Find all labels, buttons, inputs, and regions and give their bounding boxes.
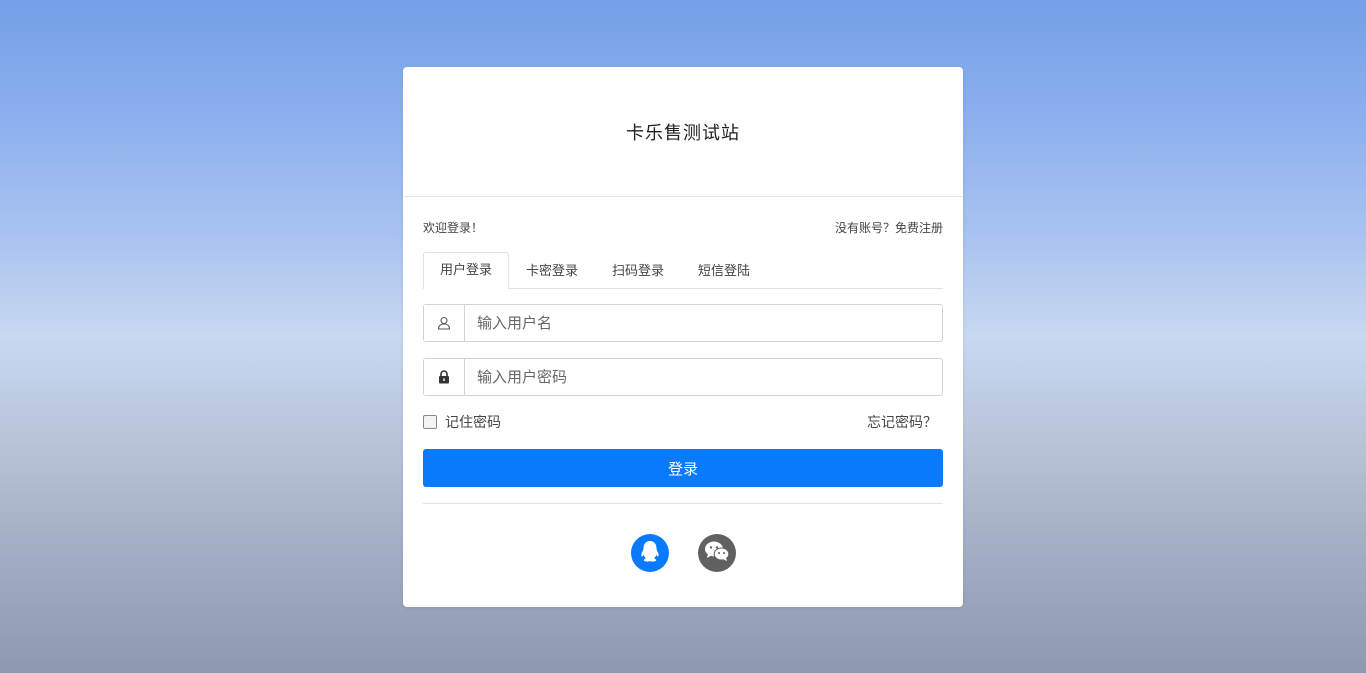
card-body: 欢迎登录！ 没有账号？免费注册 用户登录 卡密登录 扫码登录 短信登陆 输入用户… <box>403 218 963 572</box>
welcome-row: 欢迎登录！ 没有账号？免费注册 <box>423 218 943 236</box>
card-header: 卡乐售测试站 <box>403 67 963 197</box>
wechat-login-button[interactable] <box>697 534 736 572</box>
divider <box>423 503 943 504</box>
password-input[interactable] <box>465 359 942 395</box>
forgot-password-link[interactable]: 忘记密码？ <box>867 412 937 432</box>
login-button[interactable]: 登录 <box>423 449 943 487</box>
login-card: 卡乐售测试站 欢迎登录！ 没有账号？免费注册 用户登录 卡密登录 扫码登录 短信… <box>403 67 963 607</box>
wechat-icon <box>704 540 730 566</box>
qq-icon <box>640 540 660 566</box>
remember-checkbox[interactable] <box>423 415 437 429</box>
social-login-row <box>423 534 943 572</box>
tab-sms-login[interactable]: 短信登陆 <box>681 253 767 289</box>
options-row: 记住密码 忘记密码？ <box>423 413 943 431</box>
user-icon <box>424 305 465 341</box>
tab-qrcode-login[interactable]: 扫码登录 <box>595 253 681 289</box>
qq-login-button[interactable] <box>630 534 669 572</box>
username-input[interactable] <box>465 305 942 341</box>
site-title: 卡乐售测试站 <box>626 122 740 144</box>
username-group <box>423 304 943 342</box>
welcome-text: 欢迎登录！ <box>423 220 484 235</box>
register-link[interactable]: 没有账号？免费注册 <box>835 219 943 236</box>
remember-password[interactable]: 记住密码 <box>423 412 501 432</box>
tab-card-login[interactable]: 卡密登录 <box>509 253 595 289</box>
tab-user-login[interactable]: 用户登录 <box>423 252 510 289</box>
lock-icon <box>424 359 465 395</box>
password-group <box>423 358 943 396</box>
login-tabs: 用户登录 卡密登录 扫码登录 短信登陆 <box>423 252 943 289</box>
remember-label: 记住密码 <box>445 415 501 431</box>
